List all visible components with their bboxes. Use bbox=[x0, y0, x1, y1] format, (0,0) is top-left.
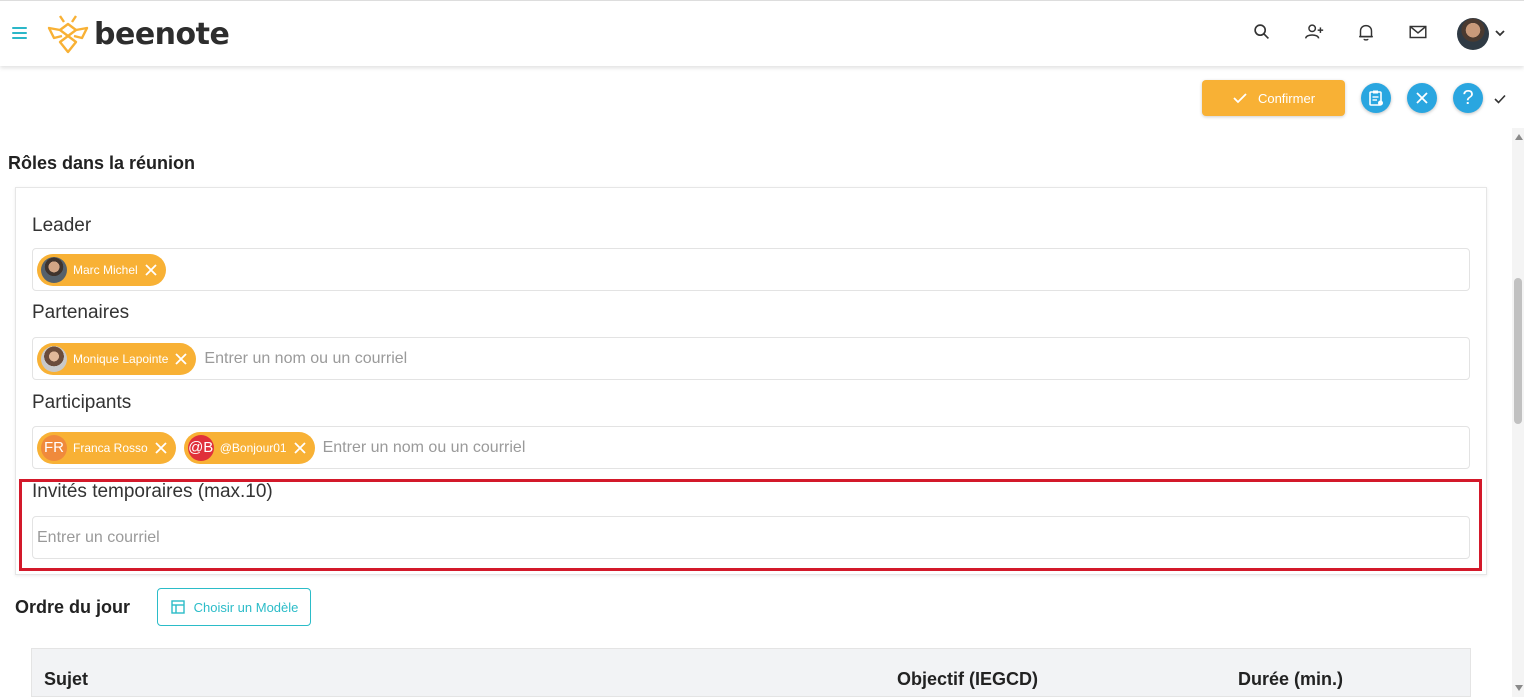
scroll-down-arrow-icon[interactable] bbox=[1515, 685, 1523, 691]
mail-icon[interactable] bbox=[1407, 21, 1429, 43]
avatar bbox=[41, 345, 67, 372]
template-icon bbox=[170, 600, 185, 614]
agenda-table-header: Sujet Objectif (IEGCD) Durée (min.) bbox=[31, 648, 1471, 697]
chevron-down-icon[interactable] bbox=[1493, 26, 1507, 40]
participants-label: Participants bbox=[32, 392, 132, 413]
chip-label: Marc Michel bbox=[73, 262, 138, 277]
close-button[interactable] bbox=[1407, 83, 1437, 113]
clipboard-icon bbox=[1369, 90, 1383, 106]
confirm-label: Confirmer bbox=[1257, 90, 1316, 106]
partners-input[interactable] bbox=[204, 343, 1469, 374]
add-user-icon[interactable] bbox=[1303, 21, 1325, 43]
chip-label: Monique Lapointe bbox=[73, 351, 169, 366]
choose-template-button[interactable]: Choisir un Modèle bbox=[157, 588, 311, 626]
search-icon[interactable] bbox=[1251, 21, 1273, 43]
agenda-title: Ordre du jour bbox=[15, 597, 131, 617]
close-icon[interactable] bbox=[154, 441, 168, 455]
participants-input[interactable] bbox=[322, 432, 1469, 463]
column-header-duration: Durée (min.) bbox=[1238, 669, 1344, 689]
scrollbar-thumb[interactable] bbox=[1514, 278, 1522, 424]
chip-label: @Bonjour01 bbox=[219, 440, 287, 455]
participants-field[interactable]: FR Franca Rosso @B @Bonjour01 bbox=[32, 426, 1470, 469]
chip-label: Franca Rosso bbox=[73, 440, 148, 455]
check-icon[interactable] bbox=[1493, 92, 1507, 106]
top-header: beenote bbox=[0, 0, 1524, 66]
avatar: @B bbox=[187, 434, 214, 461]
leader-label: Leader bbox=[32, 215, 92, 236]
leader-field[interactable]: Marc Michel bbox=[32, 248, 1470, 291]
scroll-up-arrow-icon[interactable] bbox=[1515, 134, 1523, 140]
action-bar: Confirmer ? bbox=[0, 66, 1512, 128]
close-icon bbox=[1416, 92, 1428, 104]
logo[interactable]: beenote bbox=[46, 13, 230, 55]
scrollbar[interactable] bbox=[1512, 128, 1524, 697]
partner-chip[interactable]: Monique Lapointe bbox=[37, 342, 197, 375]
logo-text: beenote bbox=[94, 16, 230, 52]
confirm-button[interactable]: Confirmer bbox=[1202, 80, 1345, 116]
leader-chip[interactable]: Marc Michel bbox=[37, 253, 166, 286]
avatar[interactable] bbox=[1457, 18, 1489, 50]
partners-label: Partenaires bbox=[32, 302, 130, 323]
notes-button[interactable] bbox=[1361, 83, 1391, 113]
check-icon bbox=[1233, 93, 1247, 104]
menu-icon[interactable] bbox=[12, 27, 27, 39]
partners-field[interactable]: Monique Lapointe bbox=[32, 337, 1470, 380]
participant-chip[interactable]: FR Franca Rosso bbox=[37, 431, 176, 464]
avatar bbox=[41, 256, 67, 283]
column-header-objective: Objectif (IEGCD) bbox=[897, 669, 1039, 689]
help-label: ? bbox=[1462, 86, 1474, 109]
bell-icon[interactable] bbox=[1355, 21, 1377, 43]
avatar: FR bbox=[41, 434, 67, 461]
section-title: Rôles dans la réunion bbox=[8, 153, 196, 173]
column-header-subject: Sujet bbox=[44, 669, 89, 689]
bee-logo-icon bbox=[47, 15, 89, 54]
participant-chip[interactable]: @B @Bonjour01 bbox=[183, 431, 315, 464]
close-icon[interactable] bbox=[174, 352, 188, 366]
highlight-box bbox=[19, 479, 1482, 571]
close-icon[interactable] bbox=[144, 263, 158, 277]
close-icon[interactable] bbox=[293, 441, 307, 455]
choose-template-label: Choisir un Modèle bbox=[193, 599, 299, 615]
help-button[interactable]: ? bbox=[1453, 83, 1483, 113]
